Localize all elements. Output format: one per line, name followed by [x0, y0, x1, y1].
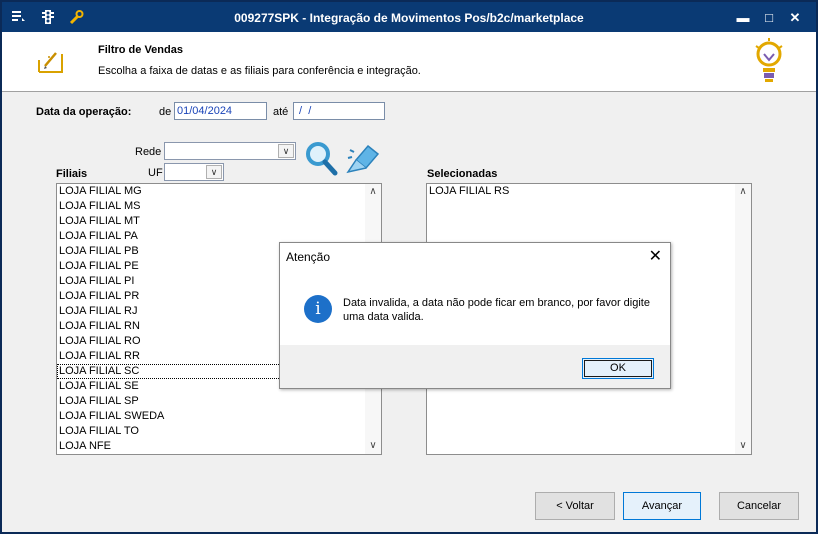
lightbulb-icon — [752, 38, 786, 89]
maximize-button[interactable]: □ — [760, 10, 778, 26]
alert-dialog: Atenção ✕ i Data invalida, a data não po… — [279, 242, 671, 389]
uf-select[interactable]: ∨ — [164, 163, 224, 181]
list-item[interactable]: LOJA FILIAL MT — [57, 214, 381, 229]
list-item[interactable]: LOJA NFE — [57, 439, 381, 454]
main-window: 009277SPK - Integração de Movimentos Pos… — [0, 0, 818, 534]
dialog-title: Atenção — [286, 250, 331, 264]
list-item[interactable]: LOJA FILIAL MG — [57, 184, 381, 199]
list-item[interactable]: LOJA FILIAL TO — [57, 424, 381, 439]
minimize-button[interactable]: ▬ — [734, 10, 752, 26]
filiais-label: Filiais — [56, 168, 88, 180]
window-title: 009277SPK - Integração de Movimentos Pos… — [234, 11, 584, 25]
uf-label: UF — [148, 167, 163, 179]
dialog-message: Data invalida, a data não pode ficar em … — [343, 297, 650, 323]
rede-select[interactable]: ∨ — [164, 142, 296, 160]
date-label: Data da operação: — [36, 106, 132, 118]
cancel-button[interactable]: Cancelar — [719, 492, 799, 520]
ok-button[interactable]: OK — [582, 358, 654, 379]
header-subtitle: Escolha a faixa de datas e as filiais pa… — [98, 65, 421, 77]
chevron-up-icon[interactable]: ∧ — [365, 184, 381, 200]
close-button[interactable]: ✕ — [786, 10, 804, 26]
header-title: Filtro de Vendas — [98, 44, 183, 56]
chevron-up-icon[interactable]: ∧ — [735, 184, 751, 200]
selecionadas-scrollbar[interactable]: ∧ ∨ — [735, 184, 751, 454]
title-bar[interactable]: 009277SPK - Integração de Movimentos Pos… — [2, 2, 816, 32]
back-button[interactable]: < Voltar — [535, 492, 615, 520]
chevron-down-icon[interactable]: ∨ — [278, 144, 294, 158]
info-icon: i — [304, 295, 332, 323]
clear-filter-icon[interactable] — [346, 142, 380, 179]
date-to-field[interactable]: / / — [293, 102, 385, 120]
date-to-label: até — [273, 106, 289, 118]
next-button[interactable]: Avançar — [623, 492, 701, 520]
date-from-field[interactable]: 01/04/2024 — [174, 102, 267, 120]
list-item[interactable]: LOJA FILIAL SWEDA — [57, 409, 381, 424]
dialog-close-button[interactable]: ✕ — [649, 246, 662, 266]
chevron-down-icon[interactable]: ∨ — [206, 165, 222, 179]
search-icon[interactable] — [304, 140, 338, 179]
chevron-down-icon[interactable]: ∨ — [365, 438, 381, 454]
calendar-pencil-icon — [36, 48, 66, 79]
list-item[interactable]: LOJA FILIAL SP — [57, 394, 381, 409]
list-item[interactable]: LOJA FILIAL RS — [427, 184, 751, 199]
list-item[interactable]: LOJA FILIAL MS — [57, 199, 381, 214]
rede-label: Rede — [135, 146, 162, 158]
chevron-down-icon[interactable]: ∨ — [735, 438, 751, 454]
selecionadas-label: Selecionadas — [427, 168, 498, 180]
date-from-label: de — [159, 106, 172, 118]
wizard-header: Filtro de Vendas Escolha a faixa de data… — [2, 32, 816, 92]
